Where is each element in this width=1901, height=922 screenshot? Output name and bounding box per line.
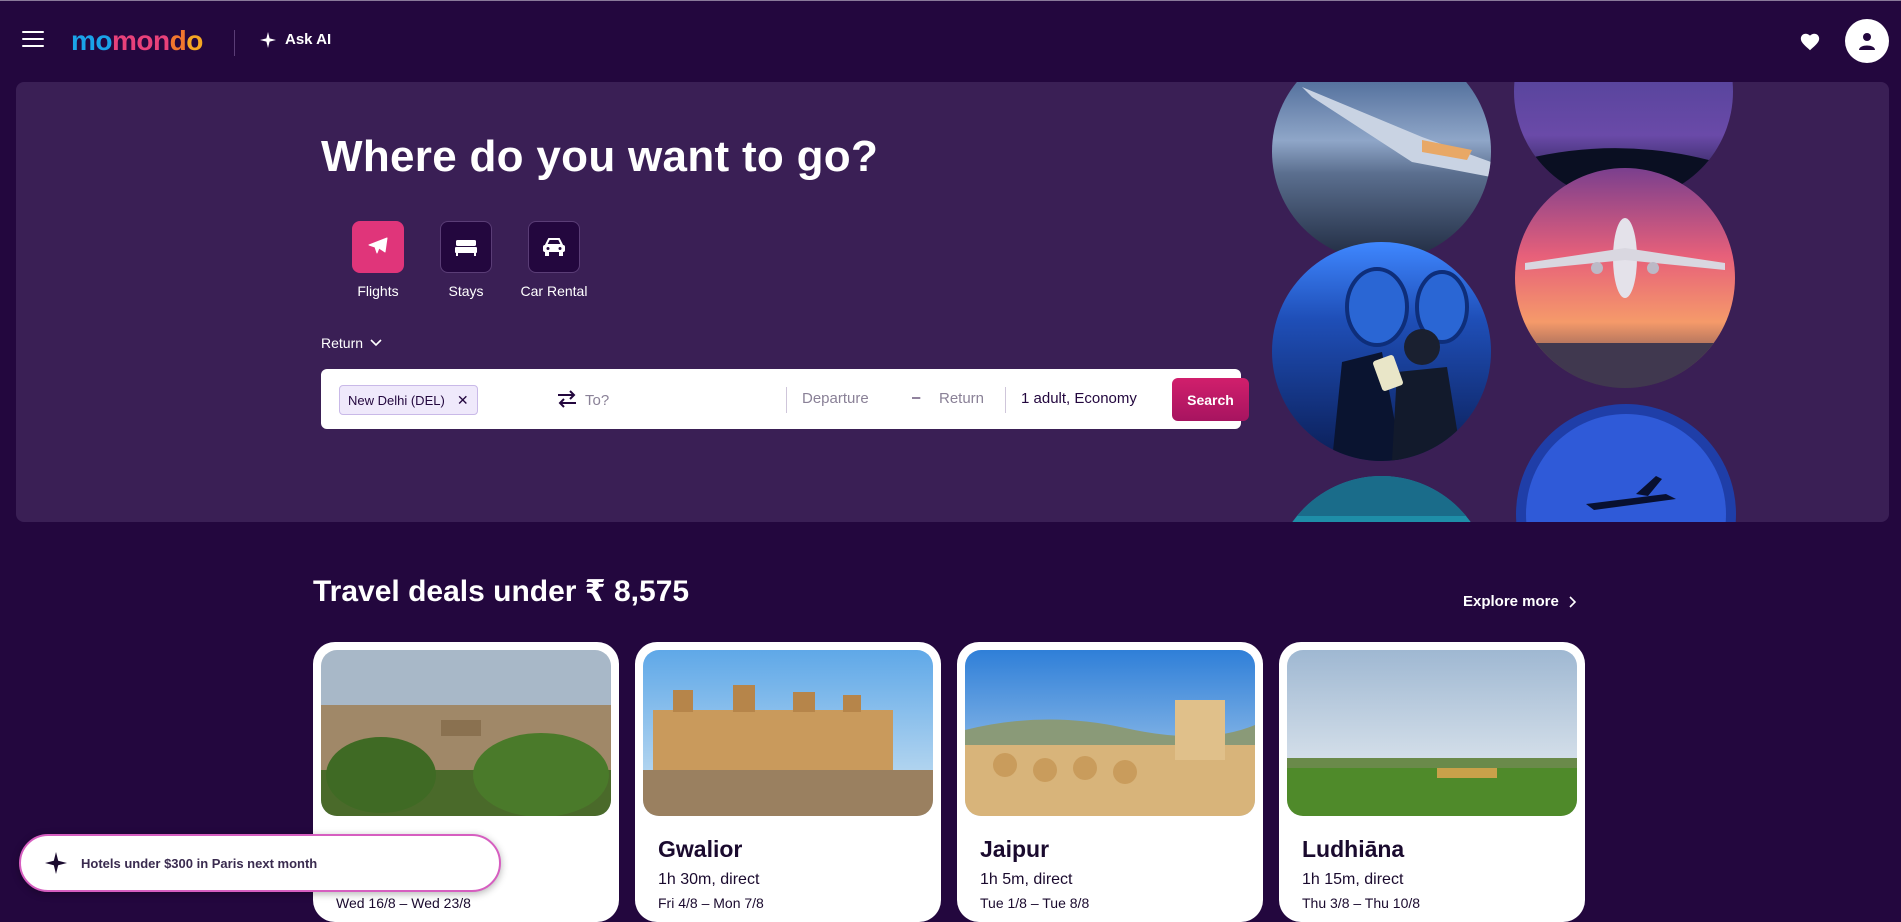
flight-search-form: New Delhi (DEL) ✕ Departure – Return 1 a… — [321, 369, 1249, 429]
top-header: momondo Ask AI — [0, 0, 1901, 82]
deal-card[interactable]: Ludhiāna 1h 15m, direct Thu 3/8 – Thu 10… — [1279, 642, 1585, 922]
swap-icon[interactable] — [555, 388, 579, 410]
photo-collage — [16, 82, 1889, 522]
chevron-right-icon — [1569, 595, 1577, 608]
ai-prompt-text: Hotels under $300 in Paris next month — [81, 855, 318, 871]
deal-city: Jaipur — [980, 836, 1050, 862]
destination-photo — [643, 650, 933, 816]
destination-photo — [1287, 650, 1577, 816]
tab-car-rental[interactable]: Car Rental — [509, 221, 599, 299]
hero-section: Where do you want to go? Flights Stays C… — [16, 82, 1889, 522]
flights-label: Flights — [357, 283, 399, 299]
flights-tile — [352, 221, 404, 273]
destination-photo — [965, 650, 1255, 816]
remove-origin-icon[interactable]: ✕ — [457, 392, 469, 409]
deal-city: Ludhiāna — [1302, 836, 1405, 862]
deal-city: Gwalior — [658, 836, 743, 862]
deal-card[interactable]: Gwalior 1h 30m, direct Fri 4/8 – Mon 7/8 — [635, 642, 941, 922]
momondo-logo[interactable]: momondo — [71, 25, 203, 57]
deal-dates: Tue 1/8 – Tue 8/8 — [980, 895, 1090, 911]
ocean-photo — [1272, 476, 1491, 522]
origin-label: New Delhi (DEL) — [348, 392, 445, 408]
ask-ai-button[interactable]: Ask AI — [260, 31, 331, 48]
car-icon — [543, 238, 565, 256]
sparkle-icon — [260, 31, 276, 48]
divider — [786, 387, 787, 413]
deal-dates: Fri 4/8 – Mon 7/8 — [658, 895, 764, 911]
car-rental-label: Car Rental — [520, 283, 588, 299]
menu-icon[interactable] — [22, 31, 44, 51]
hero-title: Where do you want to go? — [321, 132, 879, 181]
travelers-field[interactable]: 1 adult, Economy — [1021, 390, 1137, 407]
header-divider — [234, 30, 235, 56]
tab-stays[interactable]: Stays — [421, 221, 511, 299]
date-dash: – — [912, 389, 921, 406]
plane-icon — [368, 237, 388, 254]
stays-tile — [440, 221, 492, 273]
departure-field[interactable]: Departure — [802, 390, 869, 407]
moon-plane-photo — [1516, 404, 1736, 522]
deals-title: Travel deals under ₹ 8,575 — [313, 575, 690, 608]
return-field[interactable]: Return — [939, 390, 984, 407]
destination-input[interactable] — [583, 385, 783, 415]
search-button[interactable]: Search — [1172, 378, 1249, 421]
ai-prompt-button[interactable]: Hotels under $300 in Paris next month — [19, 834, 501, 892]
deal-info: 1h 30m, direct — [658, 871, 760, 888]
car-tile — [528, 221, 580, 273]
destination-photo — [321, 650, 611, 816]
sunset-plane-photo — [1515, 168, 1735, 388]
deal-card[interactable]: Jaipur 1h 5m, direct Tue 1/8 – Tue 8/8 — [957, 642, 1263, 922]
heart-icon[interactable] — [1799, 31, 1821, 53]
trip-type-dropdown[interactable]: Return — [321, 335, 382, 351]
night-sky-photo — [1514, 82, 1733, 201]
trip-type-label: Return — [321, 335, 364, 351]
deal-info: 1h 15m, direct — [1302, 871, 1404, 888]
explore-more-label: Explore more — [1463, 593, 1559, 610]
ask-ai-label: Ask AI — [285, 31, 332, 48]
divider — [1005, 387, 1006, 413]
deal-info: 1h 5m, direct — [980, 871, 1073, 888]
bed-icon — [455, 240, 477, 256]
deal-dates: Thu 3/8 – Thu 10/8 — [1302, 895, 1421, 911]
tab-flights[interactable]: Flights — [333, 221, 423, 299]
user-icon — [1859, 33, 1875, 50]
account-button[interactable] — [1845, 19, 1889, 63]
chevron-down-icon — [370, 339, 382, 347]
explore-more-link[interactable]: Explore more — [1463, 593, 1577, 610]
stays-label: Stays — [448, 283, 484, 299]
deal-dates: Wed 16/8 – Wed 23/8 — [336, 895, 471, 911]
sparkle-icon — [45, 852, 67, 874]
cabin-photo — [1272, 242, 1491, 461]
origin-chip[interactable]: New Delhi (DEL) ✕ — [339, 385, 478, 415]
wing-photo — [1272, 82, 1491, 261]
